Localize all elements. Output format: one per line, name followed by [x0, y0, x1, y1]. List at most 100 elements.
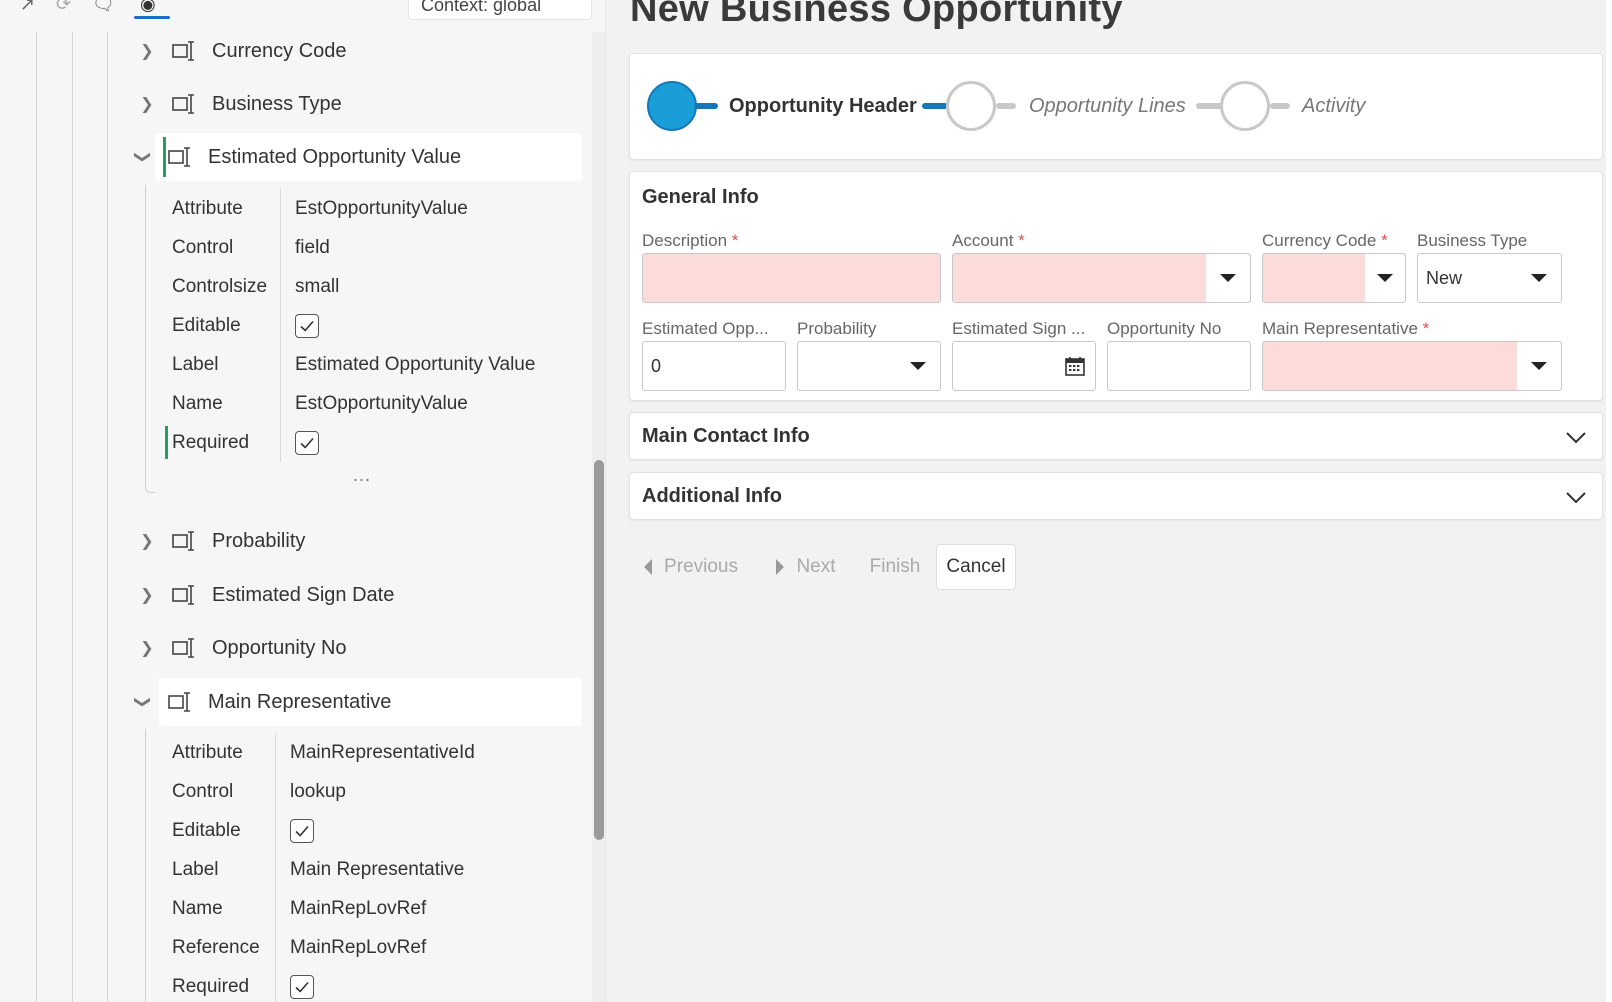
step-connector [996, 103, 1016, 109]
chevron-down-icon[interactable]: ❯ [133, 144, 153, 170]
property-value[interactable]: MainRepLovRef [275, 928, 426, 967]
property-value[interactable]: Main Representative [275, 850, 464, 889]
property-key: Control [172, 780, 234, 802]
additional-info-section[interactable]: Additional Info [629, 472, 1603, 520]
probability-select[interactable] [797, 341, 941, 391]
chevron-down-icon[interactable]: ❯ [133, 689, 153, 715]
step-connector [694, 103, 718, 109]
property-row: Editable [145, 306, 585, 345]
step-label-opportunity-lines[interactable]: Opportunity Lines [1029, 95, 1186, 118]
property-value[interactable]: MainRepLovRef [275, 889, 426, 928]
more-properties-button[interactable]: ... [353, 465, 371, 486]
dropdown-button[interactable] [1517, 342, 1561, 390]
step-connector [1270, 103, 1290, 109]
account-lookup[interactable] [952, 253, 1251, 303]
property-value[interactable]: field [280, 228, 330, 267]
chevron-right-icon[interactable]: ❯ [134, 585, 160, 605]
required-mark: * [731, 231, 739, 250]
dropdown-button[interactable] [1206, 254, 1250, 302]
active-tab-indicator [134, 16, 170, 19]
property-value[interactable]: Estimated Opportunity Value [280, 345, 535, 384]
property-key: Attribute [172, 197, 243, 219]
property-row: Label Main Representative [145, 850, 585, 889]
property-value[interactable]: EstOpportunityValue [280, 384, 468, 423]
property-key: Reference [172, 936, 260, 958]
tree-node-opportunity-no[interactable]: ❯ Opportunity No [130, 624, 582, 672]
opportunity-no-input[interactable] [1107, 341, 1251, 391]
business-type-select[interactable]: New [1417, 253, 1562, 303]
field-icon [168, 692, 190, 712]
currency-code-select[interactable] [1262, 253, 1406, 303]
est-opp-value-value: 0 [651, 355, 662, 376]
property-value[interactable]: small [280, 267, 339, 306]
eye-icon[interactable]: ◉ [140, 0, 156, 15]
dropdown-button[interactable] [1365, 254, 1405, 302]
tree-node-probability[interactable]: ❯ Probability [130, 517, 582, 565]
step-indicator-pending[interactable] [946, 81, 996, 131]
chevron-right-icon[interactable]: ❯ [134, 531, 160, 551]
checkmark-icon [300, 437, 314, 449]
property-value[interactable]: EstOpportunityValue [280, 189, 468, 228]
tree-node-business-type[interactable]: ❯ Business Type [130, 80, 582, 128]
calendar-button[interactable] [1055, 342, 1095, 390]
tree-node-estimated-sign-date[interactable]: ❯ Estimated Sign Date [130, 571, 582, 619]
calendar-icon [1065, 357, 1085, 376]
sync-icon[interactable]: ⟳ [56, 0, 71, 15]
step-indicator-pending[interactable] [1220, 81, 1270, 131]
tree-node-label: Probability [212, 529, 306, 552]
finish-button[interactable]: Finish [857, 544, 933, 590]
general-info-section: General Info Description * Account * Cur… [629, 171, 1603, 401]
chevron-right-icon[interactable]: ❯ [134, 638, 160, 658]
previous-button[interactable]: Previous [629, 544, 753, 590]
editable-checkbox[interactable] [295, 313, 319, 338]
step-label-opportunity-header[interactable]: Opportunity Header [729, 95, 917, 118]
tree-node-label: Opportunity No [212, 636, 347, 659]
chevron-down-icon[interactable] [1564, 425, 1588, 449]
chevron-down-icon[interactable] [1564, 485, 1588, 509]
account-label: Account * [952, 231, 1025, 251]
designer-panel: ↗ ⟳ 🗨 ◉ Context: global ❯ Currency Code … [0, 0, 606, 1002]
tree-node-label: Main Representative [208, 690, 392, 713]
comment-icon[interactable]: 🗨 [92, 0, 115, 15]
tree-node-estimated-opportunity-value[interactable]: ❯ Estimated Opportunity Value [134, 133, 582, 181]
currency-code-label-text: Currency Code [1262, 231, 1377, 250]
property-value[interactable]: MainRepresentativeId [275, 733, 475, 772]
previous-button-label: Previous [664, 556, 738, 577]
property-value[interactable]: lookup [275, 772, 346, 811]
property-row: Reference MainRepLovRef [145, 928, 585, 967]
main-rep-lookup[interactable] [1262, 341, 1562, 391]
property-row: Name EstOpportunityValue [145, 384, 585, 423]
chevron-right-icon[interactable]: ❯ [134, 94, 160, 114]
step-label-activity[interactable]: Activity [1302, 95, 1365, 118]
dropdown-button[interactable] [1517, 254, 1561, 302]
edit-icon[interactable]: ↗ [20, 0, 35, 15]
est-sign-date-input[interactable] [952, 341, 1096, 391]
property-key: Name [172, 897, 223, 919]
context-select-label: Context: global [421, 0, 542, 15]
required-checkbox[interactable] [290, 974, 314, 999]
tree-node-currency-code[interactable]: ❯ Currency Code [130, 27, 582, 75]
description-label: Description * [642, 231, 738, 251]
step-connector [922, 103, 948, 109]
property-key: Editable [172, 314, 241, 336]
editable-checkbox[interactable] [290, 818, 314, 843]
business-type-label: Business Type [1417, 231, 1528, 250]
property-row: Required [145, 967, 585, 1002]
property-key: Required [172, 975, 250, 997]
required-checkbox[interactable] [295, 430, 319, 455]
description-input[interactable] [642, 253, 941, 303]
property-key: Editable [172, 819, 241, 841]
scrollbar-thumb[interactable] [594, 460, 604, 840]
cancel-button[interactable]: Cancel [936, 544, 1016, 590]
property-key: Attribute [172, 741, 243, 763]
next-button[interactable]: Next [759, 544, 853, 590]
est-opp-value-input[interactable]: 0 [642, 341, 786, 391]
tree-node-main-representative[interactable]: ❯ Main Representative [134, 678, 582, 726]
context-select[interactable]: Context: global [408, 0, 592, 20]
tree-guide [107, 32, 108, 1002]
wizard-stepper: Opportunity Header Opportunity Lines Act… [629, 53, 1603, 160]
dropdown-button[interactable] [896, 342, 940, 390]
step-indicator-active[interactable] [647, 81, 697, 131]
main-contact-section[interactable]: Main Contact Info [629, 412, 1603, 460]
chevron-right-icon[interactable]: ❯ [134, 41, 160, 61]
